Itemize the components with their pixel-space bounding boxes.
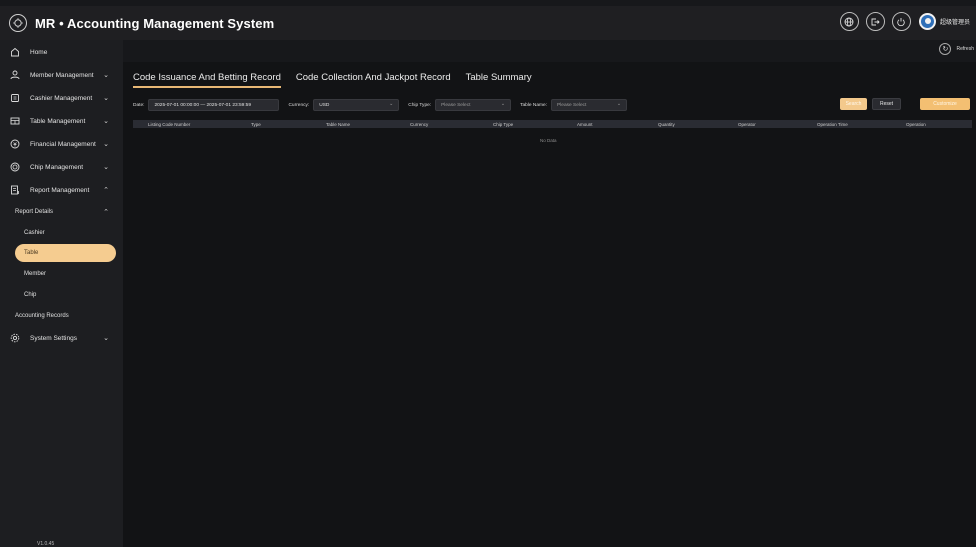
top-bar: MR • Accounting Management System 超级管理员 <box>0 6 976 40</box>
sidebar-item-label: Cashier <box>24 229 45 236</box>
chip-type-placeholder: Please Select <box>441 102 471 108</box>
column-header: Type <box>251 121 261 127</box>
column-header: Operator <box>738 121 756 127</box>
table-name-placeholder: Please Select <box>557 102 587 108</box>
chevron-down-icon: ⌄ <box>103 118 109 125</box>
finance-icon <box>10 139 20 149</box>
sidebar-item-table[interactable]: Table <box>15 244 116 262</box>
table-name-select[interactable]: Please Select ⌄ <box>551 99 628 111</box>
sidebar-item-chip[interactable]: Chip <box>0 284 123 305</box>
header-actions: 超级管理员 <box>833 12 970 31</box>
reset-button[interactable]: Reset <box>872 98 901 110</box>
sidebar-item-member-management[interactable]: Member Management ⌄ <box>0 64 123 86</box>
users-icon <box>10 70 20 80</box>
date-label: Date: <box>133 102 145 108</box>
sidebar-item-cashier[interactable]: Cashier <box>0 222 123 243</box>
table-header: Listing Code Number Type Table Name Curr… <box>133 120 972 128</box>
sidebar-item-label: Table <box>24 250 39 256</box>
sidebar-item-system-settings[interactable]: System Settings ⌄ <box>0 327 123 349</box>
sidebar-item-member[interactable]: Member <box>0 263 123 284</box>
filter-buttons: Search Reset Customize <box>835 98 970 110</box>
column-header: Currency <box>410 121 429 127</box>
refresh-control[interactable]: ↻ Refresh <box>939 43 976 55</box>
chevron-down-icon: ⌄ <box>103 72 109 79</box>
tab-code-issuance[interactable]: Code Issuance And Betting Record <box>133 72 281 88</box>
sidebar-item-chip-management[interactable]: Chip Management ⌄ <box>0 156 123 178</box>
globe-icon[interactable] <box>839 12 859 31</box>
column-header: Chip Type <box>493 121 514 127</box>
column-header: Amount <box>577 121 593 127</box>
sidebar-item-financial-management[interactable]: Financial Management ⌄ <box>0 133 123 155</box>
chevron-down-icon: ⌄ <box>103 335 109 342</box>
sidebar-item-label: Home <box>30 48 48 56</box>
column-header: Operation Time <box>817 121 848 127</box>
table-name-label: Table Name: <box>520 102 548 108</box>
currency-label: Currency: <box>288 102 310 108</box>
column-header: Operation <box>906 121 926 127</box>
tab-bar: Code Issuance And Betting Record Code Co… <box>133 72 547 88</box>
currency-select[interactable]: USD ⌄ <box>313 99 400 111</box>
power-icon[interactable] <box>891 12 911 31</box>
table-icon <box>10 116 20 126</box>
brand-logo-icon <box>9 14 27 32</box>
column-header: Listing Code Number <box>148 121 191 127</box>
cashier-icon <box>10 93 20 103</box>
sidebar-item-label: Chip Management <box>30 163 84 171</box>
sidebar-item-cashier-management[interactable]: Cashier Management ⌄ <box>0 87 123 109</box>
app-window: MR • Accounting Management System 超级管理员 … <box>0 0 976 547</box>
chevron-down-icon: ⌄ <box>616 101 622 107</box>
column-header: Table Name <box>326 121 351 127</box>
app-version: V1.0.45 <box>37 541 55 547</box>
username[interactable]: 超级管理员 <box>940 17 970 26</box>
sidebar-item-label: Chip <box>24 291 37 298</box>
chevron-down-icon: ⌄ <box>103 164 109 171</box>
sidebar: Home Member Management ⌄ Cashier Managem… <box>0 40 123 547</box>
column-header: Quantity <box>658 121 675 127</box>
sidebar-item-table-management[interactable]: Table Management ⌄ <box>0 110 123 132</box>
tab-table-summary[interactable]: Table Summary <box>466 72 532 88</box>
date-range-input[interactable]: 2025-07-01 00:00:00 — 2025-07-01 23:59:5… <box>148 99 280 111</box>
main-content: ↻ Refresh Code Issuance And Betting Reco… <box>123 40 976 547</box>
empty-table-message: No Data <box>540 138 557 143</box>
sidebar-item-home[interactable]: Home <box>0 41 123 63</box>
avatar[interactable] <box>918 13 936 30</box>
chevron-down-icon: ⌄ <box>103 95 109 102</box>
chip-type-label: Chip Type: <box>408 102 432 108</box>
chevron-down-icon: ⌄ <box>389 101 394 107</box>
customize-button[interactable]: Customize <box>920 98 970 110</box>
sidebar-item-label: Report Details <box>15 208 54 215</box>
sidebar-item-label: Report Management <box>30 186 90 194</box>
report-icon <box>10 185 20 195</box>
chevron-up-icon: ⌃ <box>103 209 109 216</box>
search-button[interactable]: Search <box>840 98 867 110</box>
settings-icon <box>10 333 20 343</box>
chip-icon <box>10 162 20 172</box>
date-range-value: 2025-07-01 00:00:00 — 2025-07-01 23:59:5… <box>154 102 252 108</box>
tab-code-collection[interactable]: Code Collection And Jackpot Record <box>296 72 451 88</box>
home-icon <box>10 47 20 57</box>
sidebar-item-label: Member Management <box>30 71 94 79</box>
chevron-up-icon: ⌃ <box>103 187 109 194</box>
chip-type-select[interactable]: Please Select ⌄ <box>435 99 512 111</box>
report-panel: Code Issuance And Betting Record Code Co… <box>123 62 976 547</box>
refresh-label[interactable]: Refresh <box>956 46 974 52</box>
sidebar-item-accounting-records[interactable]: Accounting Records <box>0 305 123 326</box>
sidebar-item-label: System Settings <box>30 334 77 342</box>
logout-icon[interactable] <box>865 12 885 31</box>
chevron-down-icon: ⌄ <box>103 141 109 148</box>
sidebar-item-label: Financial Management <box>30 140 96 148</box>
refresh-icon[interactable]: ↻ <box>939 43 952 55</box>
currency-value: USD <box>319 102 330 108</box>
sidebar-item-label: Accounting Records <box>15 312 69 319</box>
sidebar-group-report-details[interactable]: Report Details ⌃ <box>0 201 123 222</box>
sidebar-item-report-management[interactable]: Report Management ⌃ <box>0 179 123 201</box>
chevron-down-icon: ⌄ <box>500 101 506 107</box>
sidebar-item-label: Table Management <box>30 117 86 125</box>
sidebar-item-label: Member <box>24 270 47 277</box>
filter-bar: Date: 2025-07-01 00:00:00 — 2025-07-01 2… <box>133 98 970 112</box>
app-title: MR • Accounting Management System <box>35 15 275 31</box>
sidebar-item-label: Cashier Management <box>30 94 93 102</box>
